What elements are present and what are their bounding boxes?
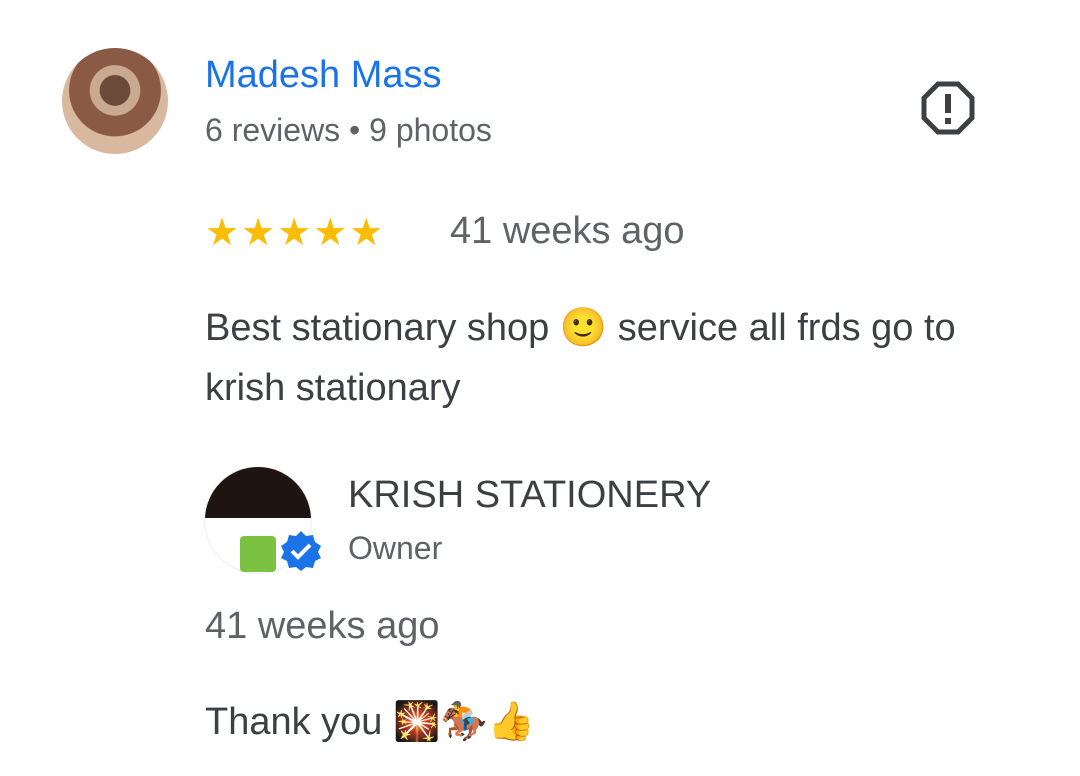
star-rating: ★★★★★ — [205, 212, 386, 254]
report-flag-icon[interactable] — [920, 80, 976, 136]
reply-date: 41 weeks ago — [205, 605, 440, 647]
reply-text: Thank you 🎇🏇👍 — [205, 701, 535, 743]
reviewer-avatar[interactable] — [62, 48, 168, 154]
reviewer-name[interactable]: Madesh Mass — [205, 54, 442, 97]
owner-name: KRISH STATIONERY — [348, 474, 712, 516]
shop-logo-icon — [240, 536, 276, 572]
reviewer-meta: 6 reviews • 9 photos — [205, 112, 492, 148]
verified-badge-icon — [281, 531, 321, 571]
owner-role: Owner — [348, 530, 443, 566]
review-date: 41 weeks ago — [450, 210, 685, 252]
review-text: Best stationary shop 🙂 service all frds … — [205, 307, 956, 409]
